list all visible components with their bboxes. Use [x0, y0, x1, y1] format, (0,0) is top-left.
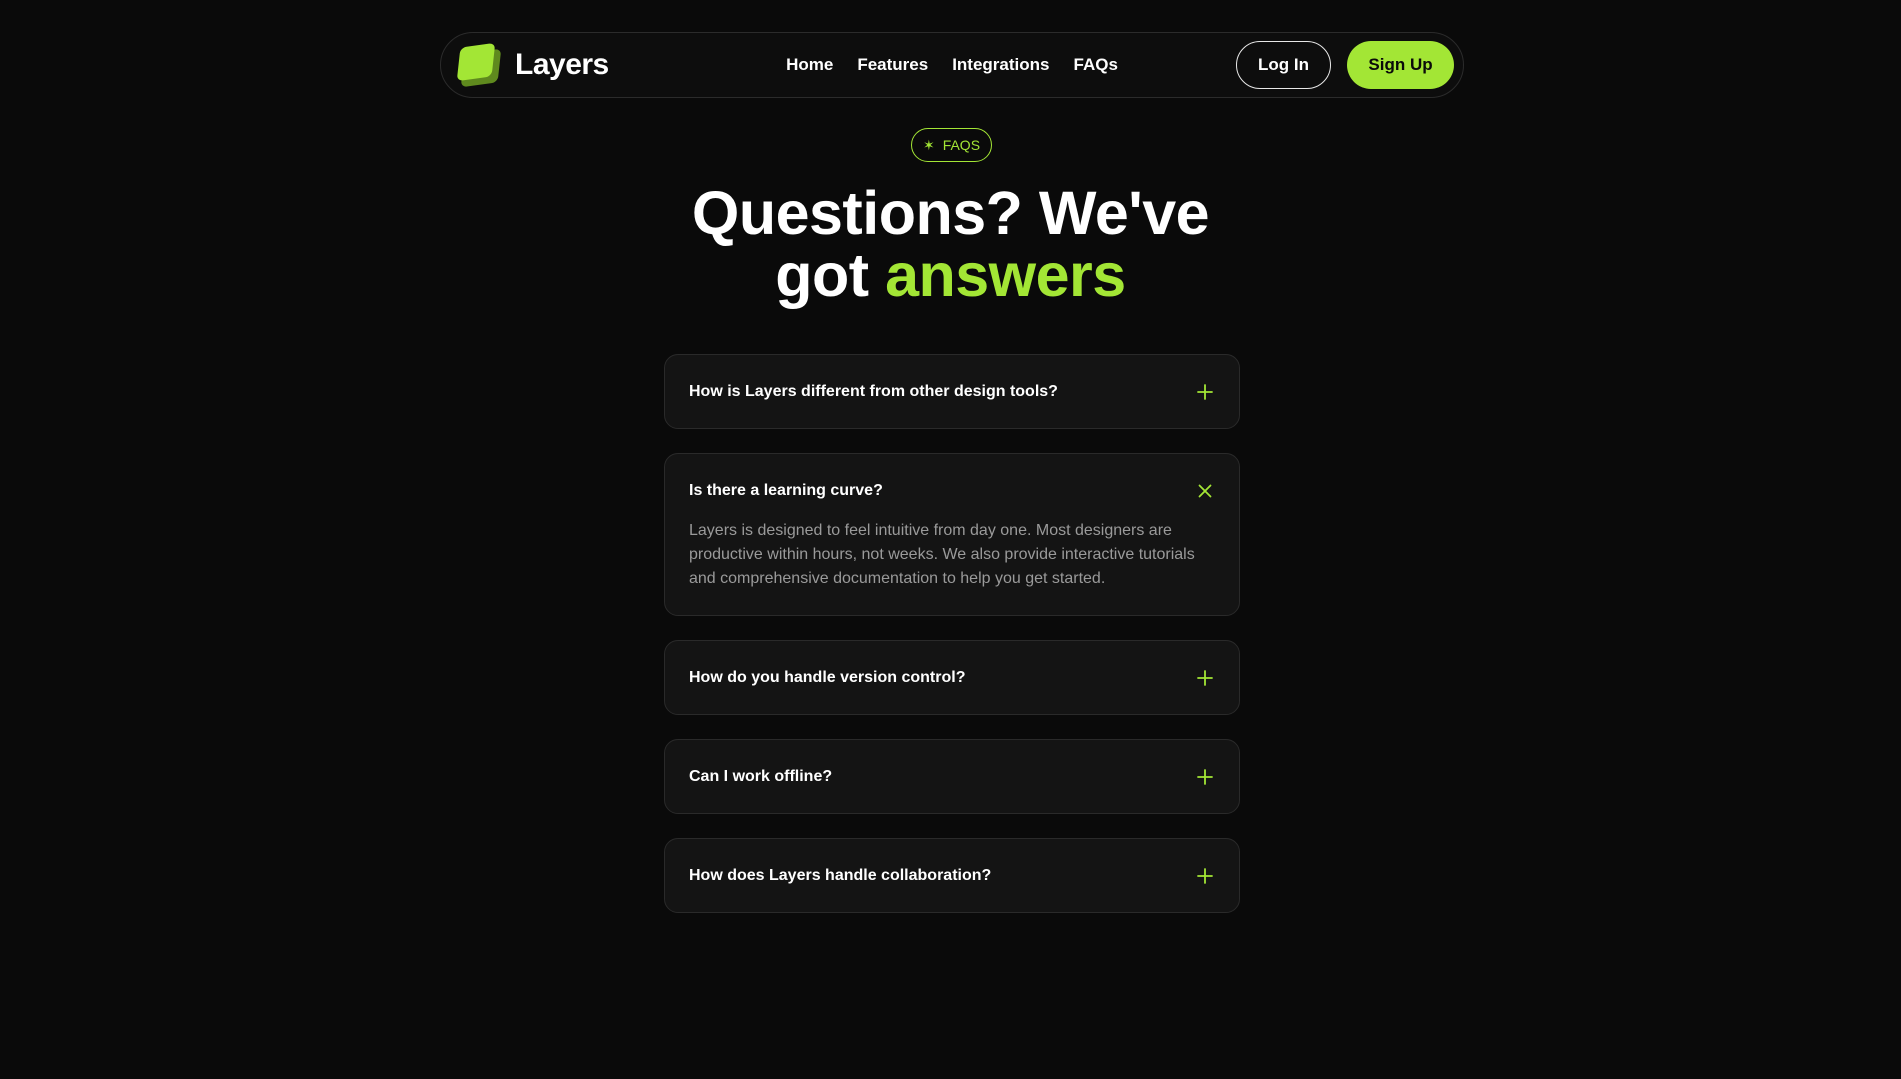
faq-item[interactable]: Can I work offline? [664, 739, 1240, 814]
nav-link-home[interactable]: Home [786, 55, 833, 75]
asterisk-icon: ✶ [922, 136, 935, 153]
faq-header[interactable]: How do you handle version control? [665, 641, 1239, 714]
title-accent: answers [885, 241, 1126, 309]
nav-link-faqs[interactable]: FAQs [1074, 55, 1118, 75]
faq-list: How is Layers different from other desig… [664, 354, 1240, 937]
nav-actions: Log In Sign Up [1236, 41, 1454, 89]
brand[interactable]: Layers [456, 41, 609, 89]
faq-header[interactable]: How does Layers handle collaboration? [665, 839, 1239, 912]
navbar: Layers Home Features Integrations FAQs L… [440, 32, 1464, 98]
nav-link-features[interactable]: Features [857, 55, 928, 75]
close-icon[interactable] [1195, 481, 1215, 501]
page-title: Questions? We've got answers [0, 182, 1901, 306]
faq-header[interactable]: Is there a learning curve? [665, 454, 1239, 527]
login-button[interactable]: Log In [1236, 41, 1331, 89]
plus-icon[interactable] [1195, 866, 1215, 886]
faq-header[interactable]: Can I work offline? [665, 740, 1239, 813]
page: Layers Home Features Integrations FAQs L… [0, 0, 1901, 1079]
faq-header[interactable]: How is Layers different from other desig… [665, 355, 1239, 428]
nav-link-integrations[interactable]: Integrations [952, 55, 1049, 75]
faq-question: How does Layers handle collaboration? [689, 866, 992, 884]
layers-logo-icon [456, 41, 505, 89]
faq-item[interactable]: How is Layers different from other desig… [664, 354, 1240, 429]
faq-answer: Layers is designed to feel intuitive fro… [689, 522, 1195, 587]
faq-question: How do you handle version control? [689, 668, 966, 686]
nav-links: Home Features Integrations FAQs [786, 55, 1118, 75]
title-line-2-prefix: got [775, 241, 869, 309]
faq-question: Is there a learning curve? [689, 481, 883, 499]
plus-icon[interactable] [1195, 767, 1215, 787]
brand-name: Layers [515, 48, 609, 81]
faq-item[interactable]: How do you handle version control? [664, 640, 1240, 715]
badge-label: FAQS [942, 137, 981, 153]
faq-question: Can I work offline? [689, 767, 833, 785]
faq-item[interactable]: How does Layers handle collaboration? [664, 838, 1240, 913]
signup-button[interactable]: Sign Up [1347, 41, 1454, 89]
faqs-badge: ✶ FAQS [911, 128, 992, 162]
plus-icon[interactable] [1195, 668, 1215, 688]
plus-icon[interactable] [1195, 382, 1215, 402]
title-line-1: Questions? We've [691, 179, 1210, 247]
faq-item[interactable]: Is there a learning curve? Layers is des… [664, 453, 1240, 616]
faq-question: How is Layers different from other desig… [689, 382, 1058, 400]
